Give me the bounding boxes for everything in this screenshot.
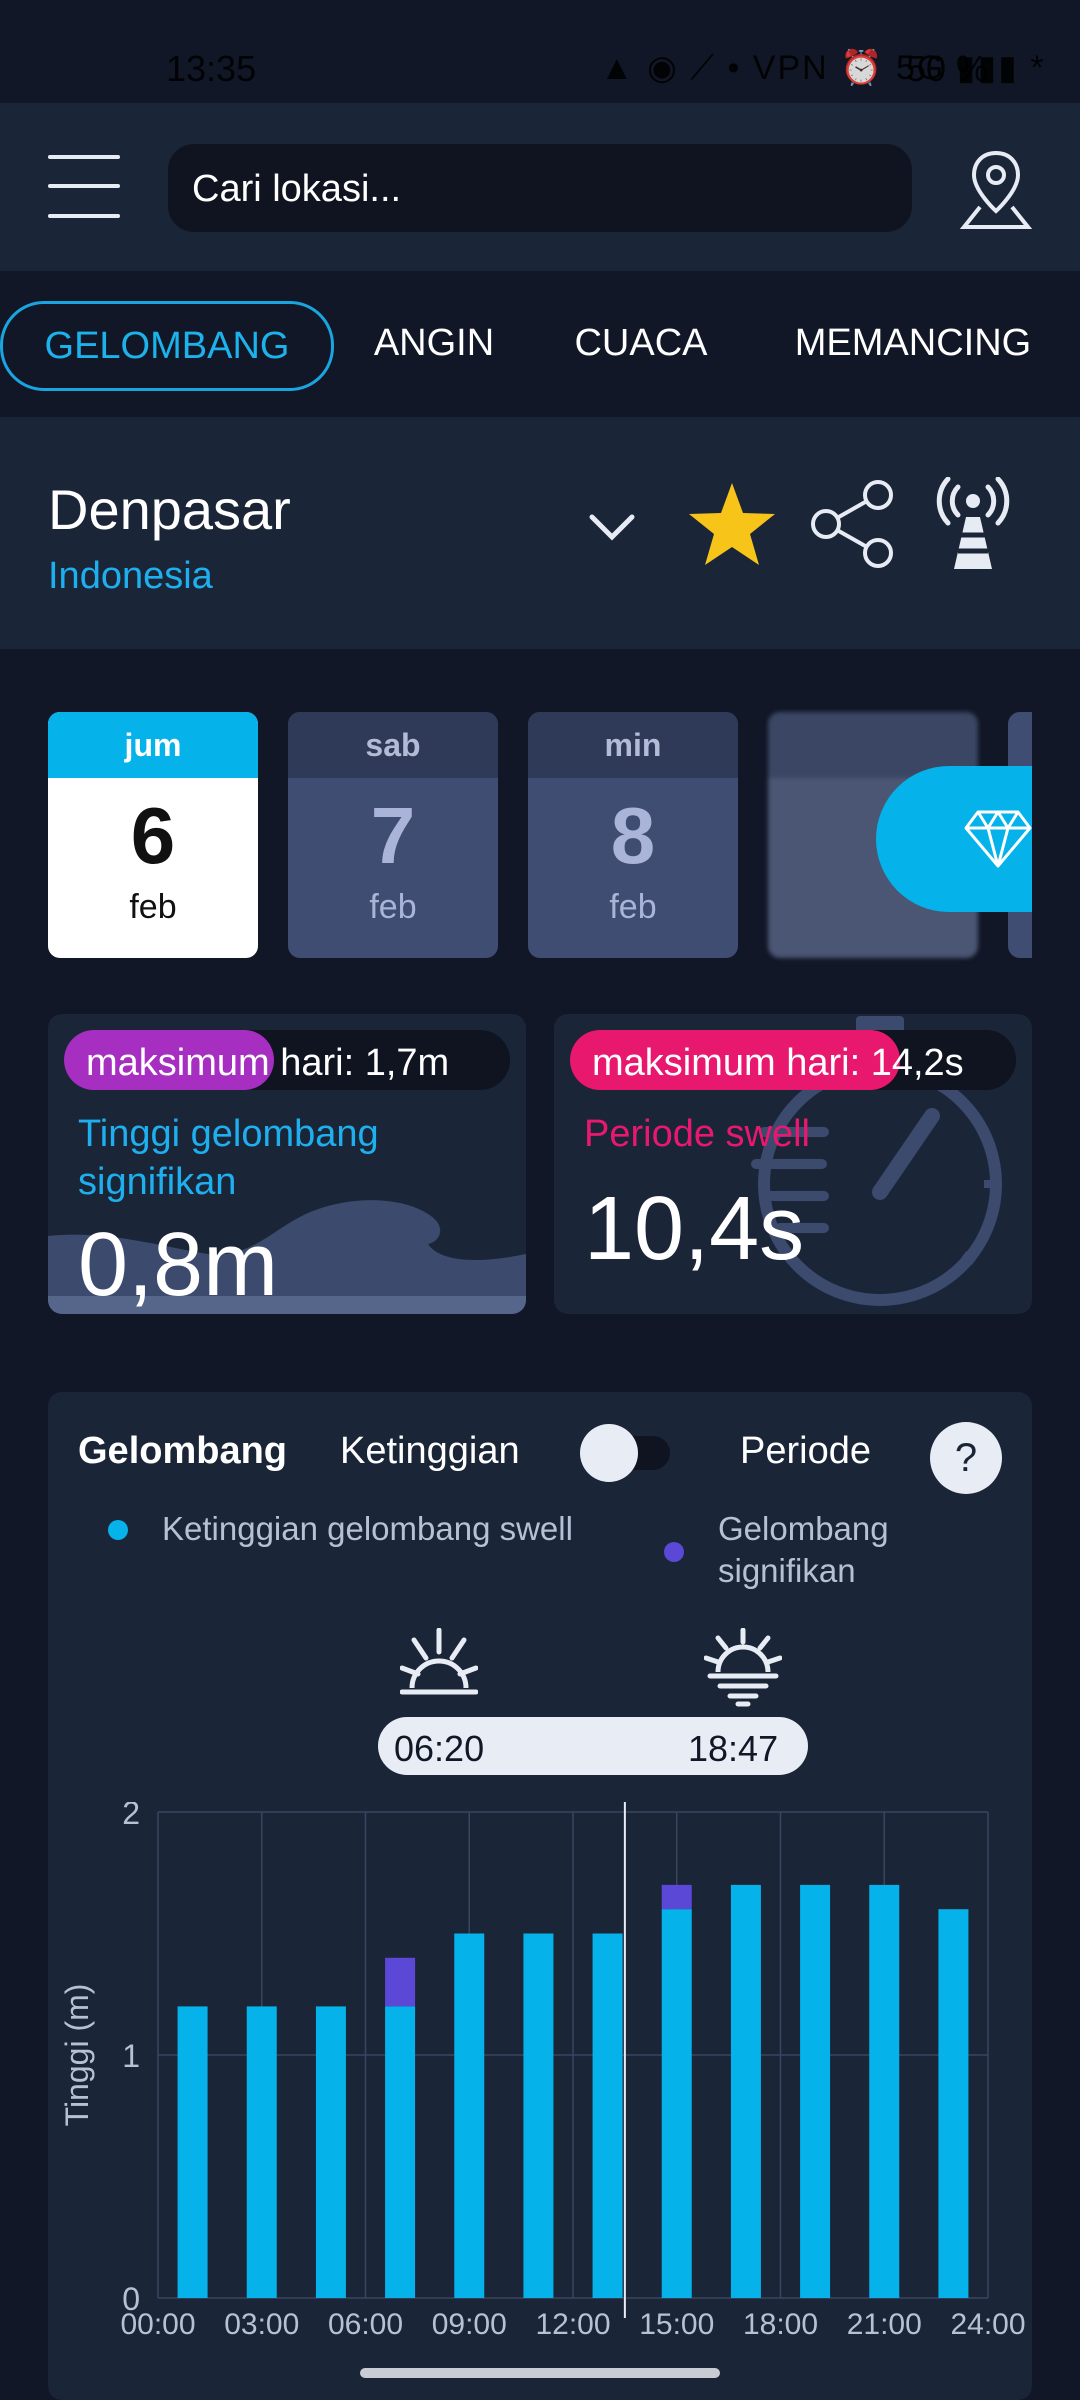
bar-swell [177,2006,208,2298]
day-number: 6 [130,791,176,880]
period-title: Periode swell [584,1113,810,1155]
day-card[interactable]: min 8 feb [528,712,738,958]
day-name: sab [288,712,498,778]
menu-icon[interactable] [0,103,150,271]
period-value: 10,4s [584,1179,805,1279]
day-month: feb [609,888,657,926]
swell-period-card[interactable]: maksimum hari: 14,2s Periode swell 10,4s [554,1014,1032,1314]
wave-max-pill: maksimum hari: 1,7m [64,1030,510,1090]
premium-button[interactable] [876,766,1032,912]
location-pin-icon[interactable] [956,145,1036,231]
y-tick-label: 1 [122,2038,140,2074]
bar-swell [661,1909,692,2298]
bar-swell [246,2006,277,2298]
sunrise-time: 06:20 [394,1728,485,1769]
toggle-label-height[interactable]: Ketinggian [340,1430,520,1473]
wave-max-label: maksimum hari: 1,7m [86,1042,450,1084]
sun-times-bar: 06:20 18:47 [378,1717,808,1775]
city-name: Denpasar [48,478,291,541]
gesture-nav-handle[interactable] [360,2368,720,2378]
country-name: Indonesia [48,555,213,597]
tab-cuaca[interactable]: CUACA [552,301,730,385]
x-tick-label: 24:00 [950,2308,1025,2341]
day-month: feb [369,888,417,926]
x-tick-label: 06:00 [328,2308,403,2341]
chart-title: Gelombang [78,1430,288,1472]
legend-swell-dot [108,1520,128,1540]
x-tick-label: 15:00 [639,2308,714,2341]
bar-significant [661,1884,692,1910]
tab-bar: GELOMBANG ANGIN CUACA MEMANCING [0,271,1080,417]
bar-swell [730,1884,761,2298]
y-axis-label: Tinggi (m) [59,1984,95,2127]
x-tick-label: 09:00 [432,2308,507,2341]
day-number: 7 [370,791,416,880]
day-name: min [528,712,738,778]
search-placeholder: Cari lokasi... [192,168,402,210]
x-tick-label: 03:00 [224,2308,299,2341]
tab-gelombang[interactable]: GELOMBANG [0,301,334,391]
bar-significant [385,1957,416,2007]
share-icon[interactable] [806,477,900,571]
day-number: 8 [610,791,656,880]
day-card[interactable]: sab 7 feb [288,712,498,958]
day-name: jum [48,712,258,778]
wave-height-card[interactable]: maksimum hari: 1,7m Tinggi gelombang sig… [48,1014,526,1314]
bar-swell [454,1933,485,2298]
x-tick-label: 18:00 [743,2308,818,2341]
buoy-station-icon[interactable] [930,477,1016,573]
legend-swell-label: Ketinggian gelombang swell [162,1510,573,1547]
app-header: Cari lokasi... [0,103,1080,271]
period-max-label: maksimum hari: 14,2s [592,1042,964,1084]
y-tick-label: 2 [122,1802,140,1831]
bar-swell [315,2006,346,2298]
location-header: Denpasar Indonesia [0,417,1080,649]
x-tick-label: 21:00 [847,2308,922,2341]
bar-swell [385,2006,416,2298]
period-max-pill: maksimum hari: 14,2s [570,1030,1016,1090]
wave-chart-panel: Gelombang Ketinggian Periode ? Ketinggia… [48,1392,1032,2400]
tab-angin[interactable]: ANGIN [350,301,518,385]
toggle-label-period[interactable]: Periode [740,1430,871,1473]
sunrise-icon [400,1628,478,1695]
bar-swell [592,1933,623,2298]
battery-level: 50 % [906,48,989,89]
day-card-selected[interactable]: jum 6 feb [48,712,258,958]
favorite-star-icon[interactable] [684,479,780,569]
bar-swell [800,1884,831,2298]
chevron-down-icon[interactable] [586,509,638,545]
status-bar: 13:35 ▲ ◉ ⟋ • VPN ⏰ 5G ▮▮▮ * 50 % [0,0,1080,100]
x-tick-label: 12:00 [535,2308,610,2341]
sunset-time: 18:47 [688,1728,779,1769]
wave-title: Tinggi gelombang signifikan [78,1113,379,1203]
legend-significant-dot [664,1542,684,1562]
tab-memancing[interactable]: MEMANCING [778,301,1048,385]
sunset-icon [704,1628,782,1707]
bar-swell [938,1909,969,2298]
legend-significant-label-1: Gelombang [718,1510,889,1547]
bar-swell [523,1933,554,2298]
search-input[interactable]: Cari lokasi... [168,144,912,232]
x-tick-label: 00:00 [120,2308,195,2341]
wave-height-chart[interactable]: 01200:00 03:00 06:00 09:00 12:00 15:00 18:00 21… [48,1802,1032,2400]
wave-value: 0,8m [78,1215,279,1314]
height-period-toggle[interactable] [580,1424,674,1482]
legend-significant-label-2: signifikan [718,1552,856,1589]
bar-swell [869,1884,900,2298]
status-time: 13:35 [166,48,257,89]
day-month: feb [129,888,177,926]
help-button[interactable]: ? [930,1422,1002,1494]
diamond-icon [964,810,1032,868]
